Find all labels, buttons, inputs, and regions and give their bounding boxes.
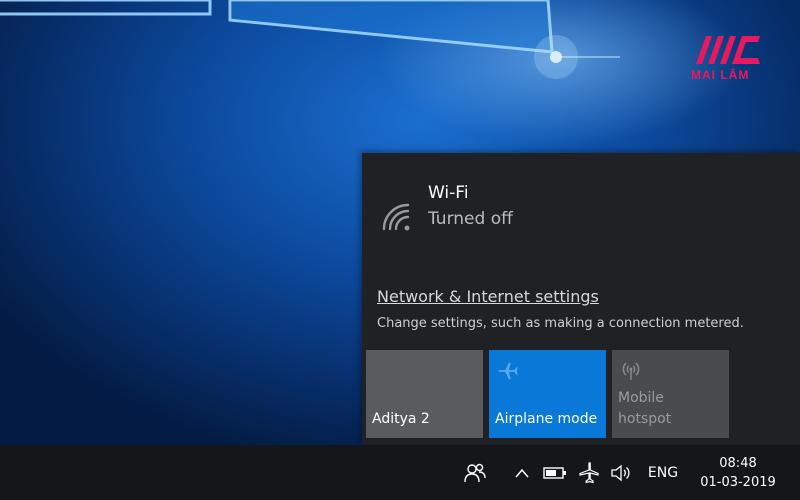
network-settings-link[interactable]: Network & Internet settings (377, 287, 599, 306)
battery-button[interactable] (542, 445, 568, 500)
show-hidden-icons-button[interactable] (511, 445, 533, 500)
clock-date: 01-03-2019 (700, 474, 776, 490)
brand-name: MAI LÂM (691, 68, 750, 82)
people-icon (464, 463, 486, 482)
hotspot-icon (622, 362, 640, 380)
wifi-name: Wi-Fi (428, 183, 469, 203)
network-flyout: Wi-Fi Turned off Network & Internet sett… (362, 153, 800, 445)
chevron-up-icon (515, 468, 529, 477)
airplane-icon (498, 362, 518, 380)
tile-label: Airplane mode (495, 411, 598, 427)
quick-action-tiles: Aditya 2 Airplane mode Mobile hotspot (366, 350, 729, 438)
wifi-status-row[interactable]: Wi-Fi Turned off (380, 183, 513, 233)
airplane-status-button[interactable] (576, 445, 602, 500)
volume-button[interactable] (608, 445, 634, 500)
clock[interactable]: 08:48 01-03-2019 (692, 445, 784, 500)
network-settings-description: Change settings, such as making a connec… (377, 316, 744, 331)
airplane-icon (579, 461, 599, 483)
volume-icon (611, 464, 630, 481)
tile-airplane-mode[interactable]: Airplane mode (489, 350, 606, 438)
input-language[interactable]: ENG (642, 445, 684, 500)
people-button[interactable] (462, 445, 488, 500)
tile-label: Mobile hotspot (618, 390, 672, 427)
taskbar: ENG 08:48 01-03-2019 (0, 445, 800, 500)
wifi-icon (382, 203, 410, 231)
clock-time: 08:48 (719, 455, 757, 471)
tile-mobile-hotspot[interactable]: Mobile hotspot (612, 350, 729, 438)
wifi-status: Turned off (428, 209, 513, 229)
battery-icon (543, 466, 566, 479)
tile-label: Aditya 2 (372, 411, 430, 427)
tile-aditya-2[interactable]: Aditya 2 (366, 350, 483, 438)
